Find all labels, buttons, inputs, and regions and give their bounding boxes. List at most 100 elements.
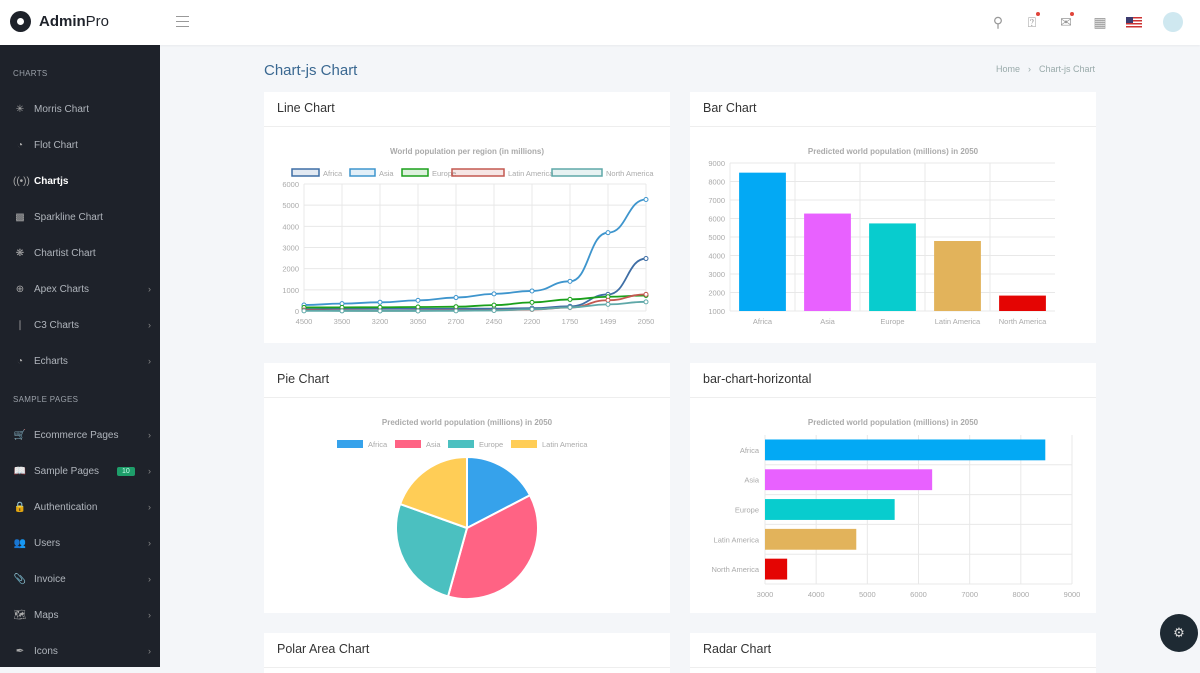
chevron-right-icon: ›: [148, 356, 151, 366]
broadcast-icon: ((•)): [13, 175, 30, 187]
legend-label: Europe: [479, 440, 503, 449]
inbox-icon[interactable]: ✉: [1056, 12, 1076, 32]
sidebar-item-apex-charts[interactable]: ⊕ Apex Charts ›: [0, 274, 160, 304]
sidebar-item-icons[interactable]: ✒ Icons ›: [0, 636, 160, 666]
bar: [739, 172, 786, 311]
legend-swatch: [349, 168, 376, 177]
paperclip-icon: 📎: [13, 573, 27, 585]
y-tick-label: 3000: [282, 244, 299, 253]
card-title: Polar Area Chart: [277, 642, 370, 656]
pie-chart: Predicted world population (millions) in…: [337, 418, 588, 600]
y-tick-label: Europe: [735, 506, 759, 515]
chart-title: Predicted world population (millions) in…: [382, 418, 553, 427]
data-point: [453, 295, 459, 301]
line-chart: World population per region (in millions…: [282, 147, 654, 326]
bell-icon[interactable]: ⍰: [1022, 12, 1042, 32]
bar: [765, 499, 895, 520]
x-tick-label: 6000: [910, 590, 927, 599]
y-tick-label: 0: [295, 307, 299, 316]
card-title: bar-chart-horizontal: [703, 372, 812, 386]
legend-swatch: [511, 440, 537, 448]
sidebar-item-invoice[interactable]: 📎 Invoice ›: [0, 564, 160, 594]
sidebar-item-echarts[interactable]: ◔ Echarts ›: [0, 346, 160, 376]
x-tick-label: Latin America: [935, 317, 981, 326]
chevron-right-icon: ›: [1027, 64, 1031, 74]
breadcrumb: Home › Chart-js Chart: [996, 64, 1095, 74]
y-tick-label: 1000: [708, 307, 725, 316]
brand-bold: Admin: [39, 13, 86, 30]
chevron-right-icon: ›: [148, 466, 151, 476]
sidebar-item-chartist-chart[interactable]: ❋ Chartist Chart: [0, 238, 160, 268]
x-tick-label: 2200: [524, 317, 541, 326]
us-flag-icon[interactable]: [1124, 12, 1144, 32]
data-point: [605, 297, 611, 303]
sidebar-item-sample-pages[interactable]: 📖 Sample Pages 10 ›: [0, 456, 160, 486]
globe-icon: ⊕: [15, 283, 25, 295]
data-point: [491, 302, 497, 308]
sidebar-item-c3-charts[interactable]: ∣ C3 Charts ›: [0, 310, 160, 340]
sidebar-item-chartjs[interactable]: ((•)) Chartjs: [0, 166, 160, 196]
y-tick-label: 7000: [708, 196, 725, 205]
y-tick-label: North America: [711, 565, 759, 574]
legend-label: Latin America: [508, 169, 554, 178]
legend-label: North America: [606, 169, 654, 178]
x-tick-label: 4000: [808, 590, 825, 599]
legend-swatch: [395, 440, 421, 448]
breadcrumb-current: Chart-js Chart: [1038, 64, 1095, 74]
sidebar: CHARTS ✳ Morris Chart ◔ Flot Chart ((•)) Ch…: [0, 45, 160, 667]
y-tick-label: 5000: [282, 201, 299, 210]
data-point: [529, 288, 535, 294]
bar: [765, 469, 933, 491]
y-tick-label: 1000: [282, 286, 299, 295]
data-point: [567, 304, 573, 310]
sidebar-item-ecommerce-pages[interactable]: 🛒 Ecommerce Pages ›: [0, 420, 160, 450]
x-tick-label: 4500: [296, 317, 313, 326]
horizontal-bar-chart: Predicted world population (millions) in…: [711, 418, 1080, 599]
bar-icon: ∣: [17, 319, 23, 331]
legend-label: Africa: [323, 169, 343, 178]
sidebar-item-users[interactable]: 👥 Users ›: [0, 528, 160, 558]
y-tick-label: Africa: [740, 446, 760, 455]
feather-icon: ✒: [15, 645, 25, 657]
chart-title: Predicted world population (millions) in…: [808, 418, 979, 427]
y-tick-label: 2000: [708, 289, 725, 298]
data-point: [529, 299, 535, 305]
topbar: AdminPro ⚲ ⍰ ✉ ▦: [0, 0, 1200, 45]
sidebar-item-authentication[interactable]: 🔒 Authentication ›: [0, 492, 160, 522]
settings-gear-button[interactable]: ⚙: [1160, 614, 1198, 652]
grid-icon[interactable]: ▦: [1090, 12, 1110, 32]
sidebar-item-flot-chart[interactable]: ◔ Flot Chart: [0, 130, 160, 160]
logo[interactable]: AdminPro: [10, 11, 109, 32]
sidebar-item-sparkline-chart[interactable]: ▩ Sparkline Chart: [0, 202, 160, 232]
legend-label: Africa: [368, 440, 388, 449]
menu-toggle-icon[interactable]: [176, 16, 189, 27]
count-badge: 10: [117, 466, 135, 476]
x-tick-label: Africa: [753, 317, 773, 326]
x-tick-label: 3200: [372, 317, 389, 326]
data-point: [643, 197, 649, 203]
bar: [765, 439, 1046, 461]
bar-chart-card: Bar Chart Predicted world population (mi…: [690, 92, 1096, 343]
pie-chart-card: Pie Chart Predicted world population (mi…: [264, 363, 670, 613]
map-icon: 🗺: [13, 609, 27, 621]
x-tick-label: Asia: [820, 317, 835, 326]
x-tick-label: 2450: [486, 317, 503, 326]
bar-chart: Predicted world population (millions) in…: [708, 147, 1055, 326]
breadcrumb-home[interactable]: Home: [996, 64, 1020, 74]
card-title: Line Chart: [277, 101, 335, 115]
data-point: [415, 297, 421, 303]
chart-title: World population per region (in millions…: [390, 147, 544, 156]
radar-chart-card: Radar Chart: [690, 633, 1096, 673]
horizontal-bar-chart-card: bar-chart-horizontal Predicted world pop…: [690, 363, 1096, 613]
search-icon[interactable]: ⚲: [988, 12, 1008, 32]
card-icon: ▩: [15, 211, 25, 223]
avatar[interactable]: [1163, 12, 1183, 32]
y-tick-label: 5000: [708, 233, 725, 242]
legend-label: Asia: [426, 440, 441, 449]
y-tick-label: Asia: [744, 476, 759, 485]
y-tick-label: Latin America: [714, 535, 760, 544]
x-tick-label: 1499: [600, 317, 617, 326]
sidebar-item-maps[interactable]: 🗺 Maps ›: [0, 600, 160, 630]
sidebar-item-morris-chart[interactable]: ✳ Morris Chart: [0, 94, 160, 124]
data-point: [605, 230, 611, 236]
